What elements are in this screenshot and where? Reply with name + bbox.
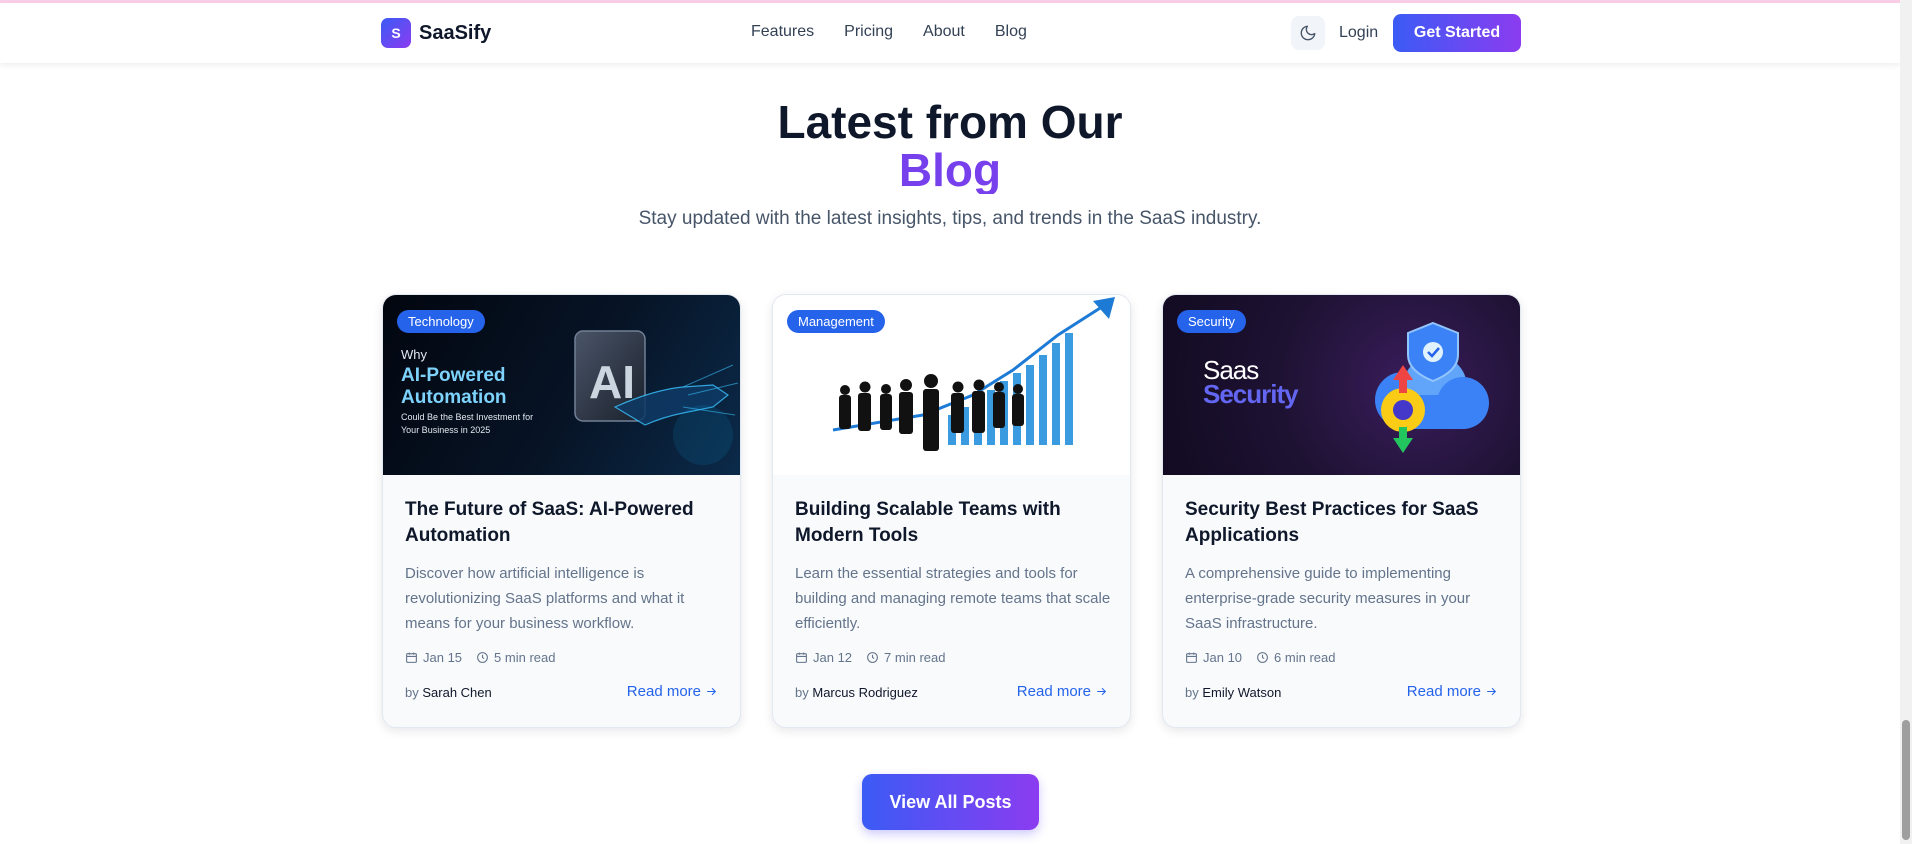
image-text-headline: AI-Powered [401,365,506,386]
brand[interactable]: S SaaSify [381,18,491,48]
post-meta: Jan 10 6 min read [1185,650,1335,665]
author-prefix: by [795,685,809,700]
read-more-label: Read more [1406,683,1481,700]
post-author: by Emily Watson [1185,685,1281,700]
post-title[interactable]: Building Scalable Teams with Modern Tool… [795,497,1113,549]
post-meta: Jan 15 5 min read [405,650,555,665]
post-image: AI Why AI-Powered Automation Could Be th… [383,295,740,475]
section-subtitle: Stay updated with the latest insights, t… [638,208,1262,229]
author-name: Marcus Rodriguez [812,685,918,700]
scrollbar[interactable] [1900,0,1912,844]
get-started-button[interactable]: Get Started [1393,14,1521,52]
post-author: by Marcus Rodriguez [795,685,918,700]
image-text-headline-2: Automation [401,387,507,408]
post-description: Learn the essential strategies and tools… [795,565,1111,632]
nav-link-blog[interactable]: Blog [995,23,1027,41]
read-more-label: Read more [626,683,701,700]
image-text-sub: Could Be the Best Investment for [401,412,534,422]
login-link[interactable]: Login [1339,24,1378,42]
clock-icon [867,652,878,663]
calendar-icon [796,652,807,663]
ai-mark: AI [589,356,635,408]
post-read-time: 6 min read [1274,650,1336,665]
post-date: Jan 10 [1203,650,1243,665]
image-text-why: Why [401,347,427,362]
read-more-link[interactable]: Read more [1407,683,1498,700]
calendar-icon [1186,652,1197,663]
clock-icon [1257,652,1268,663]
post-description: A comprehensive guide to implementing en… [1185,565,1471,632]
post-meta: Jan 12 7 min read [795,650,945,665]
author-name: Emily Watson [1202,685,1282,700]
arrow-right-icon [1097,687,1107,696]
arrow-right-icon [707,687,717,696]
clock-icon [477,652,488,663]
brand-logo: S [381,18,411,48]
post-description: Discover how artificial intelligence is … [405,565,685,632]
post-title[interactable]: The Future of SaaS: AI-Powered Automatio… [405,497,723,549]
moon-icon [1300,25,1316,41]
image-text-security: Security [1203,379,1299,409]
post-read-time: 5 min read [494,650,556,665]
brand-name: SaaSify [419,21,492,44]
image-text-sub-2: Your Business in 2025 [401,425,491,435]
post-date: Jan 15 [423,650,463,665]
nav-link-features[interactable]: Features [751,23,814,41]
post-image: Saas Security Security [1163,295,1520,475]
author-prefix: by [405,685,419,700]
calendar-icon [406,652,417,663]
section-title-main: Latest from Our [777,96,1123,148]
blog-card[interactable]: Management Building Scalable Teams with … [772,294,1131,728]
post-image: Management [773,295,1130,475]
author-name: Sarah Chen [422,685,492,700]
arrow-right-icon [1487,687,1497,696]
read-more-link[interactable]: Read more [1017,683,1108,700]
post-author: by Sarah Chen [405,685,492,700]
read-more-label: Read more [1016,683,1091,700]
post-date: Jan 12 [813,650,853,665]
section-title-accent: Blog [0,146,1900,194]
navbar: S SaaSify Features Pricing About Blog Lo… [0,3,1900,63]
nav-link-pricing[interactable]: Pricing [844,23,893,41]
view-all-posts-button[interactable]: View All Posts [862,774,1039,830]
blog-card[interactable]: AI Why AI-Powered Automation Could Be th… [382,294,741,728]
blog-card[interactable]: Saas Security Security Security Best Pra… [1162,294,1521,728]
read-more-link[interactable]: Read more [627,683,718,700]
author-prefix: by [1185,685,1199,700]
section-title: Latest from Our Blog [0,98,1900,194]
nav-link-about[interactable]: About [923,23,965,41]
scrollbar-thumb[interactable] [1902,720,1910,840]
post-title[interactable]: Security Best Practices for SaaS Applica… [1185,497,1503,549]
category-badge[interactable]: Security [1177,310,1246,333]
post-read-time: 7 min read [884,650,946,665]
category-badge[interactable]: Management [787,310,885,333]
category-badge[interactable]: Technology [397,310,485,333]
nav-links: Features Pricing About Blog [751,23,1027,41]
theme-toggle-button[interactable] [1291,16,1325,50]
